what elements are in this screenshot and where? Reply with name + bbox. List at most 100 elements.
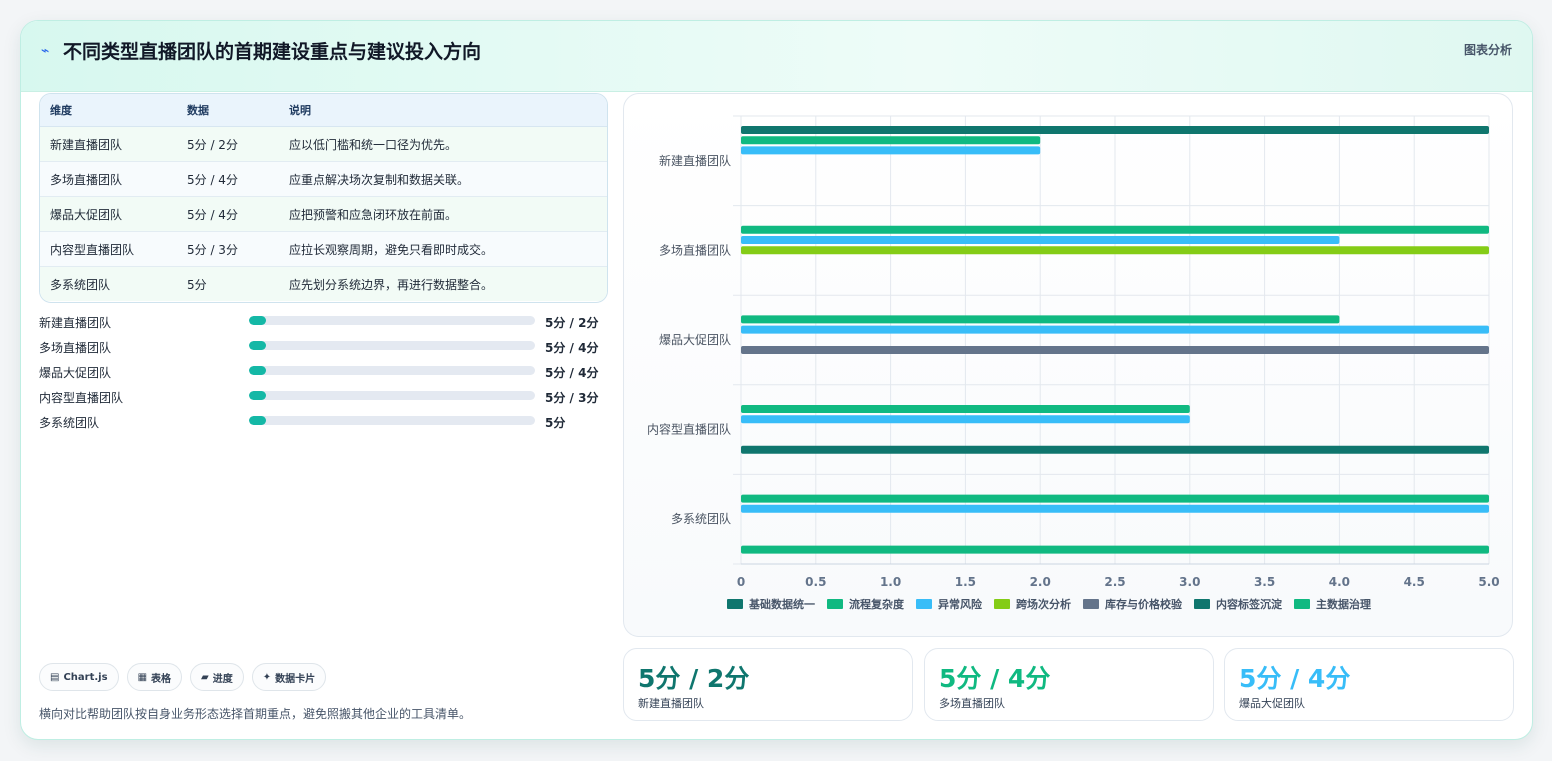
bar <box>741 136 1041 145</box>
bar <box>741 494 1489 503</box>
chip-label: 表格 <box>151 673 172 685</box>
y-category-label: 爆品大促团队 <box>659 332 731 347</box>
table-cell: 5分 / 3分 <box>187 242 238 257</box>
x-tick-label: 2.0 <box>1030 575 1051 589</box>
y-category-label: 多场直播团队 <box>659 242 731 257</box>
bar <box>741 405 1190 413</box>
legend-label: 跨场次分析 <box>1016 597 1071 611</box>
stat-label: 多场直播团队 <box>939 697 1005 710</box>
table-cell: 多系统团队 <box>50 277 111 292</box>
table-cell: 多场直播团队 <box>50 172 123 187</box>
y-category-label: 内容型直播团队 <box>647 422 731 437</box>
progress-value: 5分 / 3分 <box>545 391 599 405</box>
bar <box>741 246 1489 255</box>
card-header: ⌁ 不同类型直播团队的首期建设重点与建议投入方向 图表分析 <box>21 21 1532 92</box>
legend-swatch <box>1294 599 1310 609</box>
sparkle-icon: ✦ <box>262 671 272 683</box>
table-row: 多场直播团队 5分 / 4分 应重点解决场次复制和数据关联。 <box>40 162 607 197</box>
table-header: 维度 数据 说明 <box>40 94 607 127</box>
stat-label: 新建直播团队 <box>638 697 704 710</box>
stat-card: 5分 / 4分 多场直播团队 <box>924 648 1214 721</box>
bar <box>741 315 1340 324</box>
column-header: 数据 <box>187 104 209 117</box>
progress-label: 新建直播团队 <box>39 316 112 330</box>
progress-label: 多场直播团队 <box>39 341 112 355</box>
y-category-label: 多系统团队 <box>671 511 731 526</box>
table-cell: 爆品大促团队 <box>50 207 123 222</box>
progress-icon: ▰ <box>201 671 209 683</box>
title-icon: ⌁ <box>41 43 50 59</box>
progress-fill <box>249 316 267 325</box>
x-tick-label: 4.5 <box>1404 575 1425 589</box>
legend-swatch <box>1083 599 1099 609</box>
bar <box>741 415 1190 424</box>
table-icon: ▦ <box>137 671 148 683</box>
x-tick-label: 5.0 <box>1478 575 1499 589</box>
chip-data-card[interactable]: ✦ 数据卡片 <box>251 663 327 691</box>
legend-swatch <box>827 599 843 609</box>
bar <box>741 346 1489 354</box>
stat-card: 5分 / 2分 新建直播团队 <box>623 648 913 721</box>
x-tick-label: 0 <box>737 575 745 589</box>
stat-value: 5分 / 4分 <box>1239 664 1351 693</box>
legend-label: 异常风险 <box>938 597 983 611</box>
table-row: 爆品大促团队 5分 / 4分 应把预警和应急闭环放在前面。 <box>40 197 607 232</box>
table-cell: 5分 / 4分 <box>187 207 238 222</box>
table-row: 新建直播团队 5分 / 2分 应以低门槛和统一口径为优先。 <box>40 127 607 162</box>
chip-progress[interactable]: ▰ 进度 <box>190 663 244 691</box>
table-cell: 5分 / 4分 <box>187 172 238 187</box>
chip-chartjs[interactable]: ▤ Chart.js <box>39 663 119 691</box>
legend-label: 基础数据统一 <box>748 597 815 611</box>
progress-track <box>249 316 535 325</box>
bar-chart: 0 0.5 1.0 1.5 2.0 2.5 3.0 3.5 4.0 4.5 5.0 新建直播团队 多场直… <box>623 93 1513 637</box>
stat-label: 爆品大促团队 <box>1239 697 1305 710</box>
progress-value: 5分 / 4分 <box>545 366 599 380</box>
progress-fill <box>249 416 267 425</box>
table-row: 多系统团队 5分 应先划分系统边界，再进行数据整合。 <box>40 267 607 301</box>
progress-row: 爆品大促团队 5分 / 4分 <box>39 361 609 386</box>
description-text: 横向对比帮助团队按自身业务形态选择首期重点，避免照搬其他企业的工具清单。 <box>39 707 472 721</box>
x-tick-label: 0.5 <box>805 575 826 589</box>
progress-track <box>249 341 535 350</box>
chip-table[interactable]: ▦ 表格 <box>126 663 183 691</box>
feature-chips: ▤ Chart.js ▦ 表格 ▰ 进度 ✦ 数据卡片 <box>39 663 327 691</box>
x-tick-label: 3.0 <box>1179 575 1200 589</box>
progress-track <box>249 366 535 375</box>
table-cell: 应拉长观察周期，避免只看即时成交。 <box>289 242 494 257</box>
header-tag[interactable]: 图表分析 <box>1464 41 1512 58</box>
chart-card: ⌁ 不同类型直播团队的首期建设重点与建议投入方向 图表分析 维度 数据 说明 新… <box>20 20 1533 740</box>
stat-card: 5分 / 4分 爆品大促团队 <box>1224 648 1514 721</box>
progress-fill <box>249 341 267 350</box>
progress-fill <box>249 366 267 375</box>
legend-swatch <box>994 599 1010 609</box>
y-category-label: 新建直播团队 <box>659 153 731 168</box>
x-tick-label: 3.5 <box>1254 575 1275 589</box>
data-table: 维度 数据 说明 新建直播团队 5分 / 2分 应以低门槛和统一口径为优先。 多… <box>39 93 608 303</box>
column-header: 说明 <box>289 104 311 117</box>
progress-row: 多系统团队 5分 <box>39 411 609 436</box>
progress-label: 内容型直播团队 <box>39 391 124 405</box>
progress-label: 多系统团队 <box>39 416 100 430</box>
bar <box>741 236 1340 244</box>
stat-value: 5分 / 4分 <box>939 664 1051 693</box>
column-header: 维度 <box>50 104 72 117</box>
progress-row: 内容型直播团队 5分 / 3分 <box>39 386 609 411</box>
progress-row: 新建直播团队 5分 / 2分 <box>39 311 609 336</box>
legend-swatch <box>727 599 743 609</box>
chip-label: 数据卡片 <box>275 673 316 685</box>
x-tick-label: 1.0 <box>880 575 901 589</box>
bar <box>741 325 1489 334</box>
table-cell: 应重点解决场次复制和数据关联。 <box>289 172 470 187</box>
chart-canvas: 0 0.5 1.0 1.5 2.0 2.5 3.0 3.5 4.0 4.5 5.0 新建直播团队多场直… <box>647 115 1500 611</box>
page-title: 不同类型直播团队的首期建设重点与建议投入方向 <box>63 41 482 63</box>
table-cell: 5分 <box>187 277 207 292</box>
x-tick-label: 2.5 <box>1104 575 1125 589</box>
progress-value: 5分 / 4分 <box>545 341 599 355</box>
bar <box>741 126 1489 134</box>
table-row: 内容型直播团队 5分 / 3分 应拉长观察周期，避免只看即时成交。 <box>40 232 607 267</box>
chip-label: 进度 <box>212 673 233 685</box>
progress-fill <box>249 391 267 400</box>
progress-value: 5分 <box>545 416 566 430</box>
table-cell: 新建直播团队 <box>50 137 123 152</box>
progress-value: 5分 / 2分 <box>545 316 599 330</box>
